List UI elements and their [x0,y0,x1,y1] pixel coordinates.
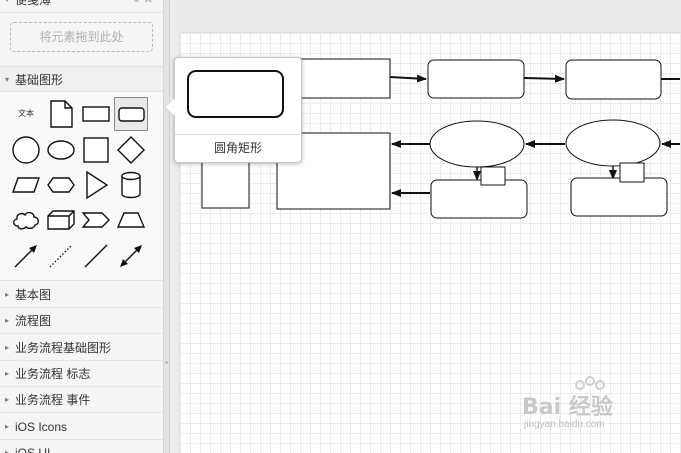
bidirectional-arrow-shape[interactable] [114,239,148,273]
arrow-shape[interactable] [9,239,43,273]
step-shape[interactable] [79,203,113,237]
cylinder-icon [121,171,141,199]
category-label: 基本图 [15,288,52,302]
caret-right-icon: ▸ [5,316,10,325]
rectangle-icon [82,106,110,122]
splitter-grip-icon[interactable]: ▪ [164,358,169,367]
category-flowchart[interactable]: ▸ 流程图 [0,308,163,334]
watermark-url: jingyan.baidu.com [524,419,605,430]
diamond-shape[interactable] [114,133,148,167]
close-icon[interactable]: ✕ [144,0,157,6]
category-ios-icons[interactable]: ▸ iOS Icons [0,414,163,440]
ellipse-node[interactable] [429,120,525,168]
text-shape[interactable]: 文本 [9,97,43,131]
trapezoid-shape[interactable] [114,203,148,237]
dotted-line-icon [49,244,73,268]
arrow-icon [14,245,37,268]
category-bpmn-basic[interactable]: ▸ 业务流程基础图形 [0,335,163,361]
category-label: 流程图 [15,314,52,328]
document-icon [50,100,73,128]
rounded-rectangle-icon [118,107,145,122]
flow-arrow[interactable] [389,74,427,83]
diamond-icon [117,136,145,164]
document-shape[interactable] [44,97,78,131]
category-label: iOS UI [15,446,51,453]
category-basic-diagram[interactable]: ▸ 基本图 [0,282,163,308]
category-label: 业务流程 事件 [15,393,91,407]
hexagon-shape[interactable] [44,168,78,202]
category-ios-ui[interactable]: ▸ iOS UI [0,440,163,453]
circle-icon [12,136,40,164]
ellipse-node[interactable] [565,119,661,167]
rounded-process-box[interactable] [427,59,525,99]
triangle-shape[interactable] [79,168,113,202]
caret-right-icon: ▸ [5,369,10,378]
scratchpad-actions[interactable]: ✎✕ [131,0,157,13]
basic-shapes-title: 基础图形 [15,73,64,87]
caret-down-icon: ▾ [5,75,10,84]
category-label: iOS Icons [15,420,68,434]
category-label: 业务流程 标志 [15,367,91,381]
cylinder-shape[interactable] [114,168,148,202]
caret-right-icon: ▸ [5,422,10,431]
edit-icon[interactable]: ✎ [131,0,144,6]
triangle-icon [86,170,109,200]
cloud-icon [13,211,39,230]
circle-shape[interactable] [9,133,43,167]
ellipse-icon [47,140,75,160]
line-icon [84,244,108,268]
cube-icon [47,210,75,230]
bidirectional-arrow-icon [120,245,142,267]
square-icon [83,137,109,163]
scratchpad-header[interactable]: ▾ 便笺薄 ✎✕ [0,0,163,13]
rounded-rectangle-shape[interactable] [114,97,148,131]
rectangle-shape[interactable] [79,97,113,131]
step-icon [81,212,110,228]
parallelogram-icon [12,177,40,193]
watermark-brand: Bai 经验 [522,395,613,420]
parallelogram-shape[interactable] [9,168,43,202]
scratchpad-drop-zone[interactable]: 将元素拖到此处 [10,22,153,52]
rounded-process-box[interactable] [565,59,662,100]
small-box[interactable] [619,162,645,183]
canvas-top-margin [170,0,681,33]
cloud-shape[interactable] [9,203,43,237]
cube-shape[interactable] [44,203,78,237]
dotted-line-shape[interactable] [44,239,78,273]
caret-right-icon: ▸ [5,395,10,404]
square-shape[interactable] [79,133,113,167]
trapezoid-icon [116,212,146,228]
basic-shapes-palette: 文本 [0,92,163,281]
line-shape[interactable] [79,239,113,273]
ellipse-shape[interactable] [44,133,78,167]
shape-sidebar: ▾ 便笺薄 ✎✕ 将元素拖到此处 ▾ 基础图形 文本 [0,0,164,453]
shape-preview-tooltip: 圆角矩形 [166,57,302,163]
tooltip-label: 圆角矩形 [213,141,262,155]
basic-shapes-header[interactable]: ▾ 基础图形 [0,66,163,92]
baidu-jingyan-watermark: Bai 经验 jingyan.baidu.com [518,375,678,435]
rounded-process-box[interactable] [430,179,528,219]
category-label: 业务流程基础图形 [15,341,112,355]
tooltip-pointer [166,98,175,116]
caret-right-icon: ▸ [5,343,10,352]
rounded-process-box[interactable] [570,177,668,217]
caret-right-icon: ▸ [5,290,10,299]
caret-down-icon: ▾ [5,0,9,13]
category-bpmn-events[interactable]: ▸ 业务流程 事件 [0,387,163,413]
scratchpad-title: 便笺薄 [15,0,52,7]
category-bpmn-markers[interactable]: ▸ 业务流程 标志 [0,361,163,387]
small-box[interactable] [480,166,506,186]
flow-arrow[interactable] [523,74,565,83]
text-shape-label: 文本 [18,109,34,118]
hexagon-icon [47,177,75,193]
rounded-rectangle-preview [187,70,284,118]
tooltip-divider [175,134,301,135]
caret-right-icon: ▸ [5,448,10,453]
